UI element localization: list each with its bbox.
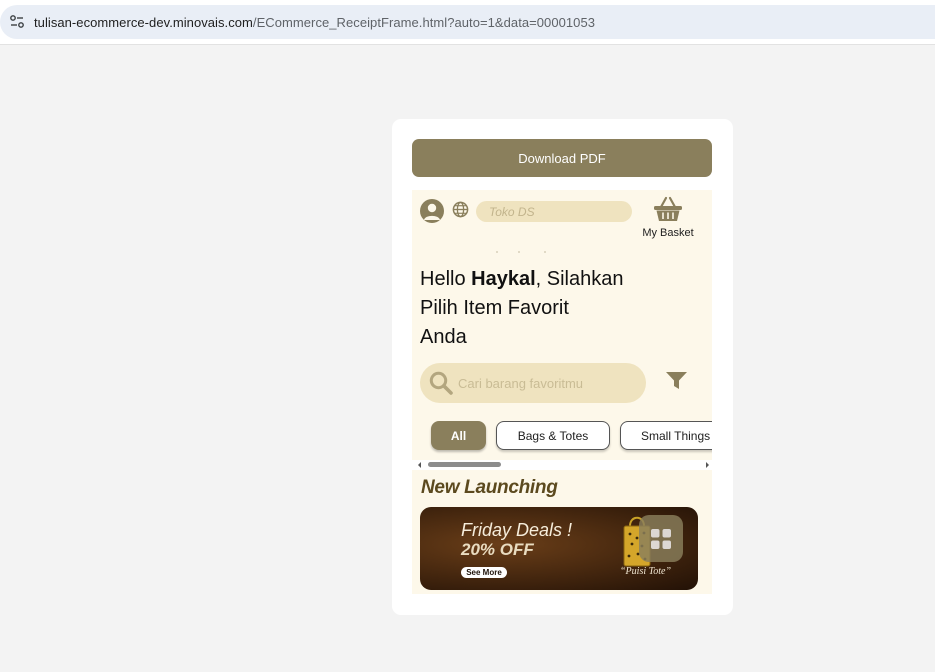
see-more-button[interactable]: See More	[461, 567, 507, 578]
download-pdf-button[interactable]: Download PDF	[412, 139, 712, 177]
url-path: /ECommerce_ReceiptFrame.html?auto=1&data…	[252, 14, 596, 30]
banner-title: Friday Deals !	[461, 520, 573, 540]
scrollbar-thumb[interactable]	[428, 462, 501, 467]
category-tabs: All Bags & Totes Small Things	[412, 420, 712, 452]
scroll-left-arrow-icon[interactable]	[418, 462, 421, 468]
banner-caption: “Puisi Tote”	[620, 566, 672, 577]
category-scrollbar[interactable]	[412, 460, 712, 470]
url-field[interactable]: tulisan-ecommerce-dev.minovais.com/EComm…	[0, 5, 935, 39]
category-chip-bags-totes[interactable]: Bags & Totes	[496, 421, 610, 450]
greeting-line2: Pilih Item Favorit	[420, 297, 569, 319]
greeting-line3: Anda	[420, 326, 467, 348]
scroll-right-arrow-icon[interactable]	[706, 462, 709, 468]
decorative-dots	[496, 251, 556, 253]
user-avatar-icon[interactable]	[420, 199, 444, 223]
category-chip-all[interactable]: All	[431, 421, 486, 450]
site-settings-icon[interactable]	[0, 5, 34, 39]
basket-icon[interactable]	[652, 195, 684, 223]
greeting-line1-suffix: , Silahkan	[535, 268, 624, 290]
product-search-input[interactable]: Cari barang favoritmu	[420, 363, 646, 403]
filter-icon[interactable]	[666, 372, 687, 390]
basket-label[interactable]: My Basket	[638, 227, 698, 239]
url-host: tulisan-ecommerce-dev.minovais.com	[34, 14, 253, 30]
greeting-text: Hello Haykal, Silahkan Pilih Item Favori…	[420, 265, 660, 352]
user-name: Haykal	[471, 268, 536, 290]
url-text: tulisan-ecommerce-dev.minovais.com/EComm…	[34, 15, 595, 30]
section-title: New Launching	[421, 477, 558, 498]
globe-icon[interactable]	[452, 201, 469, 218]
search-placeholder: Cari barang favoritmu	[458, 375, 583, 391]
store-search-input[interactable]: Toko DS	[476, 201, 632, 222]
search-icon	[429, 371, 453, 395]
menu-grid-button[interactable]	[639, 515, 683, 562]
grid-icon	[651, 528, 671, 549]
greeting-prefix: Hello	[420, 268, 472, 290]
banner-discount: 20% OFF	[461, 540, 534, 559]
browser-address-bar: tulisan-ecommerce-dev.minovais.com/EComm…	[0, 0, 935, 45]
category-chip-small-things[interactable]: Small Things	[620, 421, 712, 450]
